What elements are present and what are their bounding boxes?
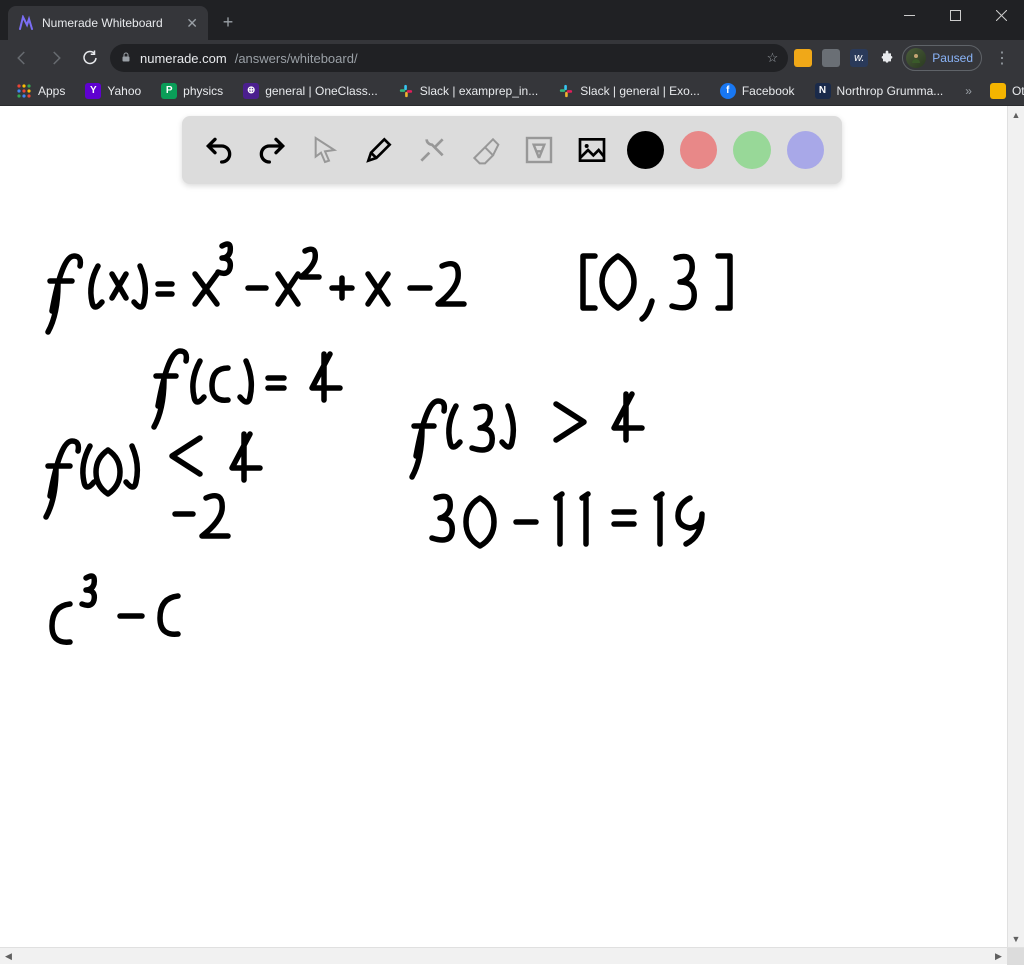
- tab-favicon: [18, 15, 34, 31]
- bookmark-label: Apps: [38, 84, 65, 98]
- profile-label: Paused: [932, 51, 973, 65]
- lock-icon: [120, 51, 132, 66]
- window-close-button[interactable]: [978, 0, 1024, 30]
- horizontal-scrollbar[interactable]: ◀ ▶: [0, 947, 1024, 964]
- bookmark-favicon: P: [161, 83, 177, 99]
- bookmark-item[interactable]: f Facebook: [712, 79, 803, 103]
- pen-tool-button[interactable]: [360, 131, 397, 169]
- image-tool-button[interactable]: [573, 131, 610, 169]
- scroll-up-button[interactable]: ▲: [1008, 106, 1024, 123]
- bookmark-label: general | OneClass...: [265, 84, 378, 98]
- apps-icon: [16, 83, 32, 99]
- scroll-down-button[interactable]: ▼: [1008, 930, 1024, 947]
- tab-close-icon[interactable]: ✕: [186, 15, 198, 32]
- bookmark-item[interactable]: Slack | general | Exo...: [550, 79, 708, 103]
- color-black-button[interactable]: [627, 131, 664, 169]
- tools-settings-button[interactable]: [413, 131, 450, 169]
- bookmark-label: Northrop Grumma...: [837, 84, 944, 98]
- avatar-icon: [906, 48, 926, 68]
- undo-button[interactable]: [200, 131, 237, 169]
- bookmark-label: Slack | examprep_in...: [420, 84, 539, 98]
- bookmark-favicon: ⊕: [243, 83, 259, 99]
- bookmarks-overflow-button[interactable]: »: [959, 84, 978, 98]
- page-content: ▲ ▼: [0, 106, 1024, 947]
- other-bookmarks-label: Other bookmarks: [1012, 84, 1024, 98]
- folder-icon: [990, 83, 1006, 99]
- slack-icon: [558, 83, 574, 99]
- scroll-left-button[interactable]: ◀: [0, 948, 17, 964]
- vertical-scrollbar[interactable]: ▲ ▼: [1007, 106, 1024, 947]
- bookmark-item[interactable]: Y Yahoo: [77, 79, 149, 103]
- bookmark-label: physics: [183, 84, 223, 98]
- color-green-button[interactable]: [733, 131, 770, 169]
- other-bookmarks-button[interactable]: Other bookmarks: [982, 79, 1024, 103]
- new-tab-button[interactable]: +: [214, 8, 242, 36]
- nav-forward-button[interactable]: [42, 44, 70, 72]
- bookmark-item[interactable]: ⊕ general | OneClass...: [235, 79, 386, 103]
- browser-tab[interactable]: Numerade Whiteboard ✕: [8, 6, 208, 40]
- profile-button[interactable]: Paused: [902, 45, 982, 71]
- slack-icon: [398, 83, 414, 99]
- pointer-tool-button[interactable]: [307, 131, 344, 169]
- bookmark-star-icon[interactable]: ☆: [767, 50, 779, 66]
- extension-icon[interactable]: w.: [850, 49, 868, 67]
- whiteboard-canvas[interactable]: [0, 106, 1007, 947]
- bookmark-label: Facebook: [742, 84, 795, 98]
- url-path: /answers/whiteboard/: [235, 51, 358, 66]
- window-minimize-button[interactable]: [886, 0, 932, 30]
- bookmark-item[interactable]: Slack | examprep_in...: [390, 79, 547, 103]
- window-controls: [886, 0, 1024, 30]
- handwriting-svg: [0, 106, 1007, 947]
- bookmark-label: Yahoo: [107, 84, 141, 98]
- extension-icons: w.: [794, 49, 896, 67]
- bookmark-item[interactable]: N Northrop Grumma...: [807, 79, 952, 103]
- text-tool-button[interactable]: [520, 131, 557, 169]
- redo-button[interactable]: [253, 131, 290, 169]
- bookmark-label: Slack | general | Exo...: [580, 84, 700, 98]
- eraser-tool-button[interactable]: [467, 131, 504, 169]
- window-maximize-button[interactable]: [932, 0, 978, 30]
- bookmark-favicon: Y: [85, 83, 101, 99]
- nav-reload-button[interactable]: [76, 44, 104, 72]
- bookmarks-bar: Apps Y Yahoo P physics ⊕ general | OneCl…: [0, 76, 1024, 106]
- url-input[interactable]: numerade.com/answers/whiteboard/ ☆: [110, 44, 788, 72]
- bookmark-item[interactable]: P physics: [153, 79, 231, 103]
- extensions-puzzle-icon[interactable]: [878, 49, 896, 67]
- tab-title: Numerade Whiteboard: [42, 16, 178, 30]
- browser-address-bar: numerade.com/answers/whiteboard/ ☆ w. Pa…: [0, 40, 1024, 76]
- bookmark-favicon: f: [720, 83, 736, 99]
- bookmark-apps[interactable]: Apps: [8, 79, 73, 103]
- nav-back-button[interactable]: [8, 44, 36, 72]
- browser-menu-button[interactable]: ⋮: [988, 48, 1016, 68]
- browser-title-bar: Numerade Whiteboard ✕ +: [0, 0, 1024, 40]
- bookmark-favicon: N: [815, 83, 831, 99]
- extension-icon[interactable]: [822, 49, 840, 67]
- extension-icon[interactable]: [794, 49, 812, 67]
- color-purple-button[interactable]: [787, 131, 824, 169]
- url-host: numerade.com: [140, 51, 227, 66]
- whiteboard-toolbar: [182, 116, 842, 184]
- scroll-right-button[interactable]: ▶: [990, 948, 1007, 964]
- color-red-button[interactable]: [680, 131, 717, 169]
